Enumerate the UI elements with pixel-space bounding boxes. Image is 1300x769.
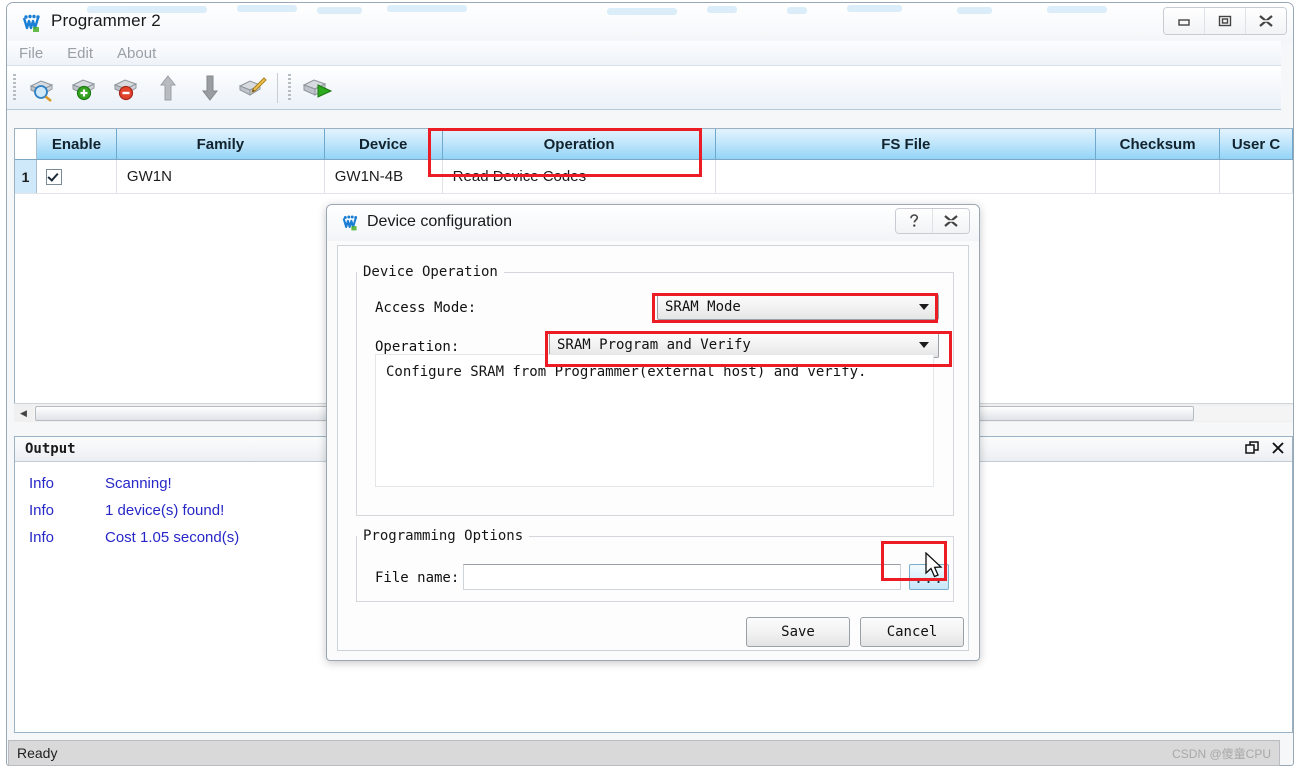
log-message: 1 device(s) found! (105, 502, 225, 519)
device-operation-legend: Device Operation (363, 264, 498, 280)
column-header-fs-file[interactable]: FS File (716, 129, 1097, 159)
program-device-button[interactable] (296, 69, 338, 107)
cell-family[interactable]: GW1N (116, 160, 325, 193)
column-header-enable[interactable]: Enable (36, 129, 117, 159)
table-row[interactable]: 1 GW1N GW1N-4B Read Device Codes (15, 160, 1293, 194)
close-icon[interactable] (1270, 440, 1286, 456)
output-panel-actions (1244, 440, 1286, 456)
access-mode-value: SRAM Mode (665, 299, 741, 315)
toolbar-grip[interactable] (13, 73, 16, 102)
application-window: Programmer 2 File Edit About Enable Fami… (0, 0, 1300, 769)
titlebar-artifact-streaks (87, 5, 1107, 21)
dialog-titlebar: Device configuration (327, 205, 979, 241)
chevron-down-icon (919, 342, 929, 348)
menu-item-about[interactable]: About (105, 43, 168, 64)
move-up-button[interactable] (147, 69, 189, 107)
watermark: CSDN @傻童CPU (1172, 746, 1271, 761)
output-panel-title: Output (25, 441, 76, 457)
mouse-cursor (925, 551, 945, 585)
window-controls (1163, 7, 1287, 35)
file-name-label: File name: (375, 570, 460, 586)
close-button[interactable] (1246, 8, 1286, 34)
cell-device[interactable]: GW1N-4B (324, 160, 443, 193)
column-header-device[interactable]: Device (324, 129, 443, 159)
operation-description: Configure SRAM from Programmer(external … (375, 354, 934, 487)
log-level: Info (29, 502, 55, 519)
row-number: 1 (15, 160, 37, 193)
scan-device-button[interactable] (21, 69, 63, 107)
toolbar-separator (277, 72, 278, 103)
menu-bar: File Edit About (7, 41, 1281, 66)
log-message: Scanning! (105, 475, 172, 492)
operation-label: Operation: (375, 339, 460, 355)
device-operation-group: Device Operation Access Mode: SRAM Mode … (356, 264, 954, 516)
column-header-user-code[interactable]: User C (1220, 129, 1293, 159)
chevron-down-icon (919, 304, 929, 310)
cell-user-code[interactable] (1220, 160, 1293, 193)
column-header-checksum[interactable]: Checksum (1096, 129, 1221, 159)
status-text: Ready (17, 745, 58, 761)
edit-device-button[interactable] (231, 69, 273, 107)
add-device-button[interactable] (63, 69, 105, 107)
gowin-logo-icon (21, 13, 43, 35)
save-button[interactable]: Save (746, 617, 850, 647)
cell-enable[interactable] (36, 160, 117, 193)
device-table-header: Enable Family Device Operation FS File C… (15, 129, 1293, 160)
toolbar-grip-2[interactable] (288, 73, 291, 102)
cell-operation[interactable]: Read Device Codes (442, 160, 717, 193)
device-configuration-dialog: Device configuration Device Operation Ac… (326, 204, 980, 661)
gowin-logo-icon (341, 214, 360, 233)
undock-icon[interactable] (1244, 440, 1260, 456)
file-name-input[interactable] (463, 564, 901, 590)
window-title: Programmer 2 (51, 11, 161, 30)
window-titlebar: Programmer 2 (7, 3, 1293, 43)
help-button[interactable] (896, 209, 933, 233)
programming-options-group: Programming Options File name: ... (356, 528, 954, 602)
cell-fs-file[interactable] (716, 160, 1097, 193)
access-mode-select[interactable]: SRAM Mode (657, 294, 939, 320)
column-header-operation[interactable]: Operation (442, 129, 717, 159)
dialog-title: Device configuration (367, 213, 512, 230)
menu-item-file[interactable]: File (7, 43, 55, 64)
access-mode-label: Access Mode: (375, 300, 477, 316)
log-message: Cost 1.05 second(s) (105, 529, 240, 546)
toolbar (7, 66, 1281, 110)
move-down-button[interactable] (189, 69, 231, 107)
remove-device-button[interactable] (105, 69, 147, 107)
log-level: Info (29, 529, 55, 546)
log-level: Info (29, 475, 55, 492)
menu-item-edit[interactable]: Edit (55, 43, 105, 64)
column-header-family[interactable]: Family (116, 129, 325, 159)
operation-value: SRAM Program and Verify (557, 337, 751, 353)
restore-button[interactable] (1205, 8, 1246, 34)
table-corner-cell (15, 129, 37, 159)
close-button[interactable] (933, 209, 969, 233)
cancel-button[interactable]: Cancel (860, 617, 964, 647)
enable-checkbox[interactable] (45, 168, 62, 185)
programming-options-legend: Programming Options (363, 528, 524, 544)
dialog-body: Device Operation Access Mode: SRAM Mode … (337, 245, 969, 651)
minimize-button[interactable] (1164, 8, 1205, 34)
scroll-left-icon[interactable]: ◀ (14, 405, 33, 422)
status-bar: Ready CSDN @傻童CPU (8, 740, 1280, 766)
dialog-controls (895, 208, 970, 234)
cell-checksum[interactable] (1096, 160, 1221, 193)
